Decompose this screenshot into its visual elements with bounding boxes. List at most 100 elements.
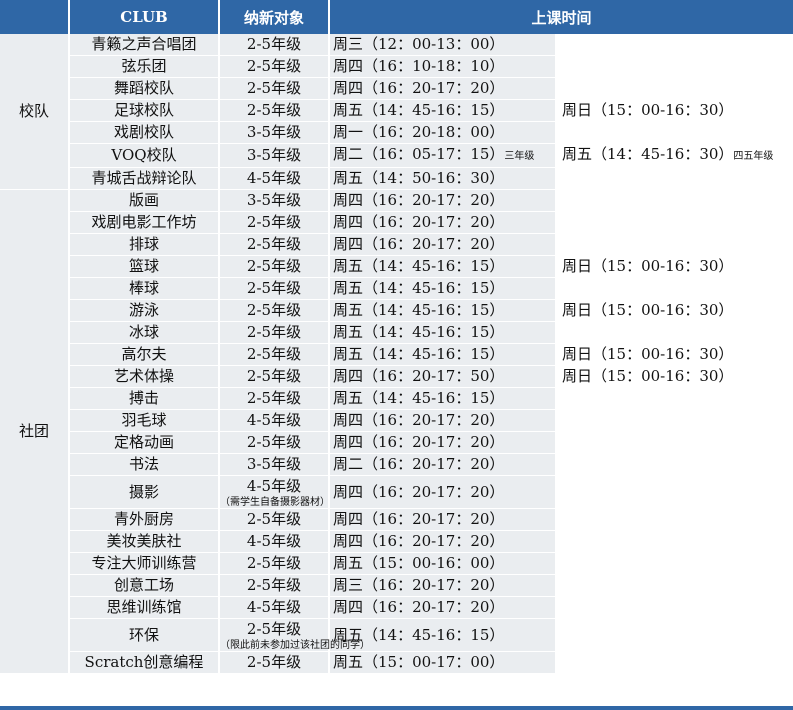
time-primary: 周二（16：20-17：20） bbox=[330, 454, 557, 476]
grade: 2-5年级 bbox=[220, 78, 330, 100]
time-secondary bbox=[557, 212, 793, 234]
time-secondary bbox=[557, 78, 793, 100]
club-name: 棒球 bbox=[70, 278, 220, 300]
grade: 2-5年级 bbox=[220, 344, 330, 366]
time-primary: 周五（14：50-16：30） bbox=[330, 168, 557, 190]
time-secondary: 周五（14：45-16：30）四五年级 bbox=[557, 144, 793, 168]
time-secondary bbox=[557, 190, 793, 212]
club-name: 创意工场 bbox=[70, 575, 220, 597]
time-secondary bbox=[557, 575, 793, 597]
table-row: 环保 2-5年级 （限此前未参加过该社团的同学） 周五（14：45-16：15） bbox=[0, 619, 793, 652]
club-name: 戏剧电影工作坊 bbox=[70, 212, 220, 234]
club-name: 高尔夫 bbox=[70, 344, 220, 366]
table-row: 专注大师训练营 2-5年级 周五（15：00-16：00） bbox=[0, 553, 793, 575]
table-row: 定格动画 2-5年级 周四（16：20-17：20） bbox=[0, 432, 793, 454]
footer-divider bbox=[0, 706, 793, 710]
time-secondary bbox=[557, 168, 793, 190]
grade: 2-5年级 bbox=[220, 34, 330, 56]
club-name: 书法 bbox=[70, 454, 220, 476]
time-secondary bbox=[557, 652, 793, 674]
time-primary: 周三（12：00-13：00） bbox=[330, 34, 557, 56]
table-row: 美妆美肤社 4-5年级 周四（16：20-17：20） bbox=[0, 531, 793, 553]
table-row: 舞蹈校队 2-5年级 周四（16：20-17：20） bbox=[0, 78, 793, 100]
club-name: 冰球 bbox=[70, 322, 220, 344]
table-row: 摄影 4-5年级 （需学生自备摄影器材） 周四（16：20-17：20） bbox=[0, 476, 793, 509]
table-row: Scratch创意编程 2-5年级 周五（15：00-17：00） bbox=[0, 652, 793, 674]
time-secondary bbox=[557, 553, 793, 575]
time-secondary-text: 周五（14：45-16：30） bbox=[562, 145, 734, 163]
grade: 3-5年级 bbox=[220, 144, 330, 168]
table-row: 青外厨房 2-5年级 周四（16：20-17：20） bbox=[0, 509, 793, 531]
club-name: 排球 bbox=[70, 234, 220, 256]
club-name: 青城舌战辩论队 bbox=[70, 168, 220, 190]
header-grade: 纳新对象 bbox=[220, 0, 330, 34]
grade-note-fourth-fifth: 四五年级 bbox=[733, 151, 774, 162]
grade-note: （需学生自备摄影器材） bbox=[220, 497, 330, 508]
grade: 2-5年级 bbox=[220, 256, 330, 278]
club-name: 青籁之声合唱团 bbox=[70, 34, 220, 56]
time-primary: 周五（14：45-16：15） bbox=[330, 322, 557, 344]
grade-text: 4-5年级 bbox=[246, 477, 302, 495]
club-name: 摄影 bbox=[70, 476, 220, 509]
time-primary: 周二（16：05-17：15）三年级 bbox=[330, 144, 557, 168]
time-secondary bbox=[557, 388, 793, 410]
time-secondary: 周日（15：00-16：30） bbox=[557, 344, 793, 366]
club-name: 青外厨房 bbox=[70, 509, 220, 531]
table-row: 棒球 2-5年级 周五（14：45-16：15） bbox=[0, 278, 793, 300]
grade: 4-5年级 bbox=[220, 168, 330, 190]
time-secondary bbox=[557, 122, 793, 144]
time-secondary bbox=[557, 410, 793, 432]
time-primary: 周五（14：45-16：15） bbox=[330, 344, 557, 366]
grade: 2-5年级 bbox=[220, 234, 330, 256]
time-primary: 周四（16：20-17：20） bbox=[330, 78, 557, 100]
grade: 2-5年级 bbox=[220, 388, 330, 410]
time-secondary bbox=[557, 597, 793, 619]
club-name: 游泳 bbox=[70, 300, 220, 322]
table-row: VOQ校队 3-5年级 周二（16：05-17：15）三年级 周五（14：45-… bbox=[0, 144, 793, 168]
table-row: 艺术体操 2-5年级 周四（16：20-17：50） 周日（15：00-16：3… bbox=[0, 366, 793, 388]
table-row: 游泳 2-5年级 周五（14：45-16：15） 周日（15：00-16：30） bbox=[0, 300, 793, 322]
table-row: 校队 青籁之声合唱团 2-5年级 周三（12：00-13：00） bbox=[0, 34, 793, 190]
time-secondary bbox=[557, 531, 793, 553]
table-row: 冰球 2-5年级 周五（14：45-16：15） bbox=[0, 322, 793, 344]
time-secondary bbox=[557, 619, 793, 652]
time-primary: 周四（16：20-17：20） bbox=[330, 531, 557, 553]
grade: 4-5年级 bbox=[220, 597, 330, 619]
time-secondary: 周日（15：00-16：30） bbox=[557, 366, 793, 388]
group-label-team: 校队 bbox=[0, 34, 70, 190]
header-club: CLUB bbox=[70, 0, 220, 34]
time-primary: 周一（16：20-18：00） bbox=[330, 122, 557, 144]
table-row: 青城舌战辩论队 4-5年级 周五（14：50-16：30） bbox=[0, 168, 793, 190]
table-row: 书法 3-5年级 周二（16：20-17：20） bbox=[0, 454, 793, 476]
table-row: 羽毛球 4-5年级 周四（16：20-17：20） bbox=[0, 410, 793, 432]
time-primary: 周四（16：20-17：20） bbox=[330, 234, 557, 256]
time-primary: 周五（15：00-16：00） bbox=[330, 553, 557, 575]
grade: 3-5年级 bbox=[220, 190, 330, 212]
table-row: 戏剧电影工作坊 2-5年级 周四（16：20-17：20） bbox=[0, 212, 793, 234]
table-row: 篮球 2-5年级 周五（14：45-16：15） 周日（15：00-16：30） bbox=[0, 256, 793, 278]
header-time: 上课时间 bbox=[330, 0, 793, 34]
grade-note-third: 三年级 bbox=[504, 151, 535, 162]
time-primary: 周四（16：20-17：20） bbox=[330, 432, 557, 454]
table-row: 排球 2-5年级 周四（16：20-17：20） bbox=[0, 234, 793, 256]
time-primary-text: 周二（16：05-17：15） bbox=[333, 145, 505, 163]
club-name: 搏击 bbox=[70, 388, 220, 410]
time-secondary: 周日（15：00-16：30） bbox=[557, 100, 793, 122]
header-group-blank bbox=[0, 0, 70, 34]
time-primary: 周四（16：20-17：20） bbox=[330, 509, 557, 531]
time-primary: 周五（14：45-16：15） bbox=[330, 256, 557, 278]
grade: 2-5年级 bbox=[220, 212, 330, 234]
club-name: 足球校队 bbox=[70, 100, 220, 122]
table-row: 创意工场 2-5年级 周三（16：20-17：20） bbox=[0, 575, 793, 597]
grade: 3-5年级 bbox=[220, 122, 330, 144]
time-primary: 周四（16：20-17：50） bbox=[330, 366, 557, 388]
group-label-society: 社团 bbox=[0, 190, 70, 674]
time-primary: 周四（16：20-17：20） bbox=[330, 476, 557, 509]
club-name: 美妆美肤社 bbox=[70, 531, 220, 553]
time-primary: 周四（16：20-17：20） bbox=[330, 190, 557, 212]
club-name: Scratch创意编程 bbox=[70, 652, 220, 674]
time-primary: 周四（16：20-17：20） bbox=[330, 410, 557, 432]
time-secondary bbox=[557, 234, 793, 256]
club-name: 羽毛球 bbox=[70, 410, 220, 432]
club-name: 思维训练馆 bbox=[70, 597, 220, 619]
